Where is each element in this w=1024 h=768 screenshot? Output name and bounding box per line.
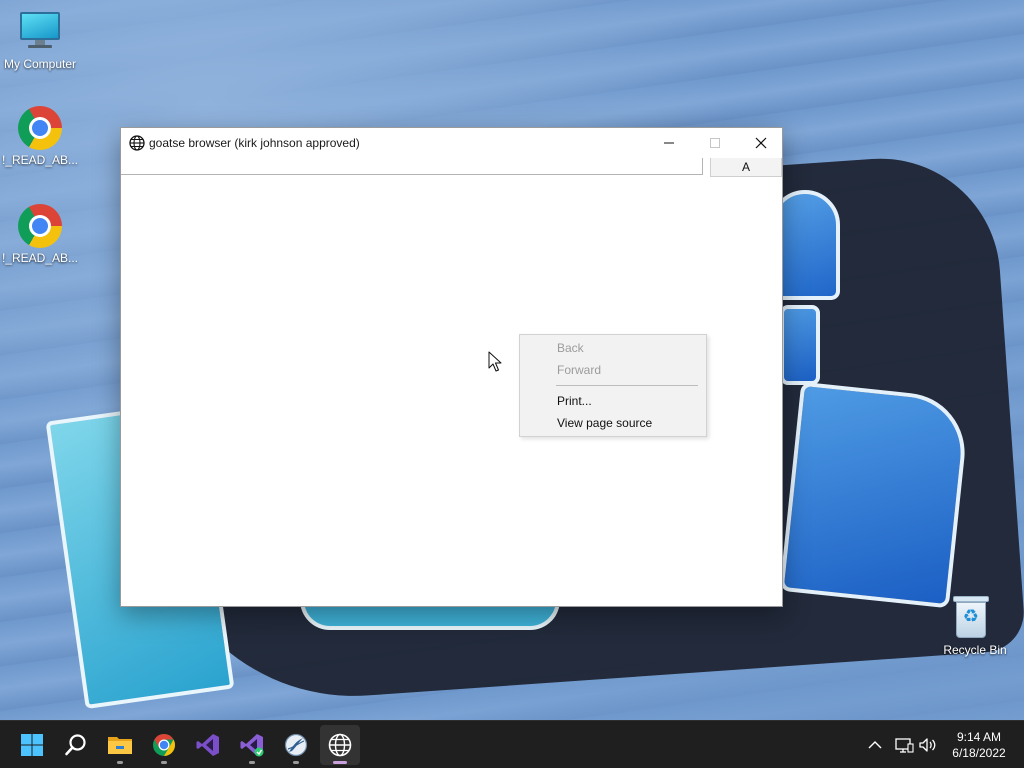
app-icon <box>284 733 308 757</box>
visual-studio-icon <box>196 734 219 756</box>
desktop-icon-label: !_READ_AB... <box>1 153 79 167</box>
maximize-icon <box>710 138 720 148</box>
menu-separator <box>556 385 698 386</box>
running-indicator <box>117 761 123 764</box>
desktop-icon-label: Recycle Bin <box>943 643 1007 657</box>
desktop-icon-read-about-2[interactable]: !_READ_AB... <box>0 204 80 265</box>
chrome-icon <box>18 204 62 248</box>
active-indicator <box>333 761 347 764</box>
windows-start-icon <box>21 734 43 756</box>
title-bar[interactable]: goatse browser (kirk johnson approved) <box>121 128 782 158</box>
clock-time: 9:14 AM <box>956 730 1002 744</box>
mouse-cursor-icon <box>488 351 502 372</box>
taskbar-app[interactable] <box>276 725 316 765</box>
window-title: goatse browser (kirk johnson approved) <box>149 136 360 150</box>
search-icon <box>65 734 86 756</box>
taskbar-browser[interactable] <box>320 725 360 765</box>
network-icon[interactable] <box>894 735 914 755</box>
globe-icon <box>328 733 352 757</box>
taskbar: 9:14 AM 6/18/2022 <box>0 720 1024 768</box>
close-icon <box>755 137 767 149</box>
address-input[interactable] <box>121 158 703 175</box>
volume-icon[interactable] <box>918 735 938 755</box>
recycle-bin-icon: ♻ <box>953 596 997 640</box>
taskbar-file-explorer[interactable] <box>100 725 140 765</box>
desktop-icon-my-computer[interactable]: My Computer <box>0 10 80 71</box>
menu-item-back[interactable]: Back <box>521 337 705 359</box>
system-clock[interactable]: 9:14 AM 6/18/2022 <box>944 729 1014 761</box>
maximize-button[interactable] <box>692 128 738 158</box>
wallpaper-shape <box>779 381 971 609</box>
menu-item-view-page-source[interactable]: View page source <box>521 412 705 434</box>
context-menu: Back Forward Print... View page source <box>519 334 707 437</box>
minimize-icon <box>664 142 674 144</box>
menu-item-print[interactable]: Print... <box>521 390 705 412</box>
chrome-icon <box>153 734 175 756</box>
taskbar-chrome[interactable] <box>144 725 184 765</box>
running-indicator <box>293 761 299 764</box>
taskbar-visual-studio-installer[interactable] <box>232 725 272 765</box>
running-indicator <box>161 761 167 764</box>
desktop-icon-recycle-bin[interactable]: ♻ Recycle Bin <box>935 596 1015 657</box>
globe-icon <box>129 135 145 151</box>
visual-studio-installer-icon <box>240 734 264 757</box>
close-button[interactable] <box>738 128 784 158</box>
folder-icon <box>108 737 132 754</box>
desktop-icon-label: My Computer <box>3 57 77 71</box>
search-button[interactable] <box>56 725 96 765</box>
menu-item-forward[interactable]: Forward <box>521 359 705 381</box>
desktop-icon-read-about-1[interactable]: !_READ_AB... <box>0 106 80 167</box>
chrome-icon <box>18 106 62 150</box>
running-indicator <box>249 761 255 764</box>
computer-icon <box>18 10 62 54</box>
start-button[interactable] <box>12 725 52 765</box>
wallpaper-shape <box>780 305 820 385</box>
go-button[interactable]: A <box>710 158 782 177</box>
minimize-button[interactable] <box>646 128 692 158</box>
taskbar-visual-studio[interactable] <box>188 725 228 765</box>
clock-date: 6/18/2022 <box>952 746 1006 760</box>
chevron-up-icon[interactable] <box>866 735 884 755</box>
desktop-icon-label: !_READ_AB... <box>1 251 79 265</box>
